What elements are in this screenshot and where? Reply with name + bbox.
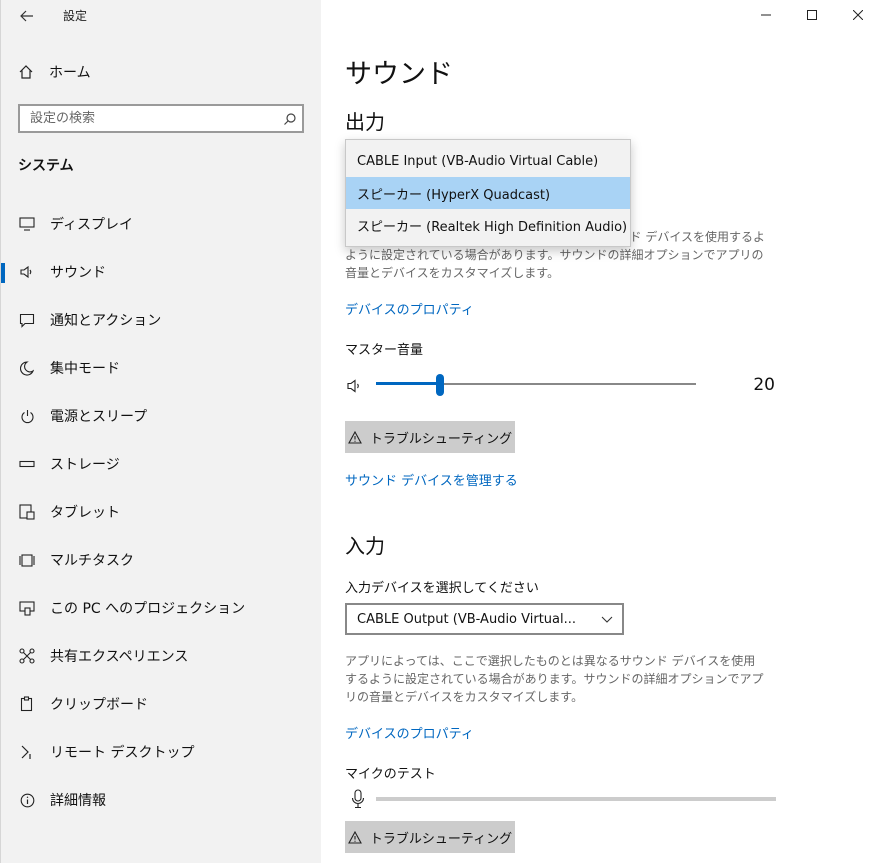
sidebar-item-label: 電源とスリープ — [50, 409, 148, 425]
notification-icon — [18, 311, 36, 329]
input-device-select[interactable]: CABLE Output (VB-Audio Virtual... — [345, 603, 624, 635]
output-troubleshoot-button[interactable]: トラブルシューティング — [345, 421, 515, 453]
output-heading: 出力 — [345, 110, 385, 134]
close-icon — [853, 10, 863, 20]
input-device-label: 入力デバイスを選択してください — [345, 581, 539, 596]
search-icon[interactable] — [278, 107, 302, 131]
mic-level-meter — [376, 797, 776, 801]
sidebar-item-label: ディスプレイ — [50, 217, 134, 233]
sidebar-home-label: ホーム — [49, 65, 91, 81]
sidebar-item-notifications[interactable]: 通知とアクション — [1, 296, 321, 344]
power-icon — [18, 407, 36, 425]
close-button[interactable] — [835, 0, 875, 30]
sidebar-item-shared-experiences[interactable]: 共有エクスペリエンス — [1, 632, 321, 680]
sidebar-item-multitask[interactable]: マルチタスク — [1, 536, 321, 584]
output-description-rest: ように設定されている場合があります。サウンドの詳細オプションでアプリの音量とデバ… — [345, 248, 764, 280]
search-box[interactable] — [18, 104, 304, 133]
maximize-icon — [807, 10, 817, 20]
tablet-icon — [18, 503, 36, 521]
sidebar-item-tablet[interactable]: タブレット — [1, 488, 321, 536]
dropdown-option[interactable]: CABLE Input (VB-Audio Virtual Cable) — [346, 145, 630, 177]
projection-icon — [18, 599, 36, 617]
clipboard-icon — [18, 695, 36, 713]
microphone-icon — [351, 789, 365, 809]
speaker-icon — [18, 263, 36, 281]
slider-fill — [376, 382, 440, 385]
sidebar-item-sound[interactable]: サウンド — [1, 248, 321, 296]
input-description: アプリによっては、ここで選択したものとは異なるサウンド デバイスを使用するように… — [345, 654, 764, 704]
chevron-down-icon — [592, 616, 622, 623]
sidebar-item-label: クリップボード — [50, 697, 148, 713]
mic-test-label: マイクのテスト — [345, 767, 436, 782]
input-device-value: CABLE Output (VB-Audio Virtual... — [357, 611, 577, 627]
manage-sound-devices-link[interactable]: サウンド デバイスを管理する — [345, 470, 518, 489]
minimize-button[interactable] — [743, 0, 789, 30]
sidebar-item-label: 通知とアクション — [50, 313, 162, 329]
output-device-properties-link[interactable]: デバイスのプロパティ — [345, 299, 474, 318]
sidebar-item-label: サウンド — [50, 265, 106, 281]
info-icon — [18, 791, 36, 809]
input-device-properties-link[interactable]: デバイスのプロパティ — [345, 723, 474, 742]
sidebar-item-display[interactable]: ディスプレイ — [1, 200, 321, 248]
maximize-button[interactable] — [789, 0, 835, 30]
sidebar-item-label: マルチタスク — [50, 553, 134, 569]
sidebar-item-storage[interactable]: ストレージ — [1, 440, 321, 488]
dropdown-option[interactable]: スピーカー (Realtek High Definition Audio) — [346, 209, 630, 241]
sidebar-item-label: ストレージ — [50, 457, 120, 473]
warning-icon — [347, 430, 362, 444]
display-icon — [18, 215, 36, 233]
sidebar-item-label: この PC へのプロジェクション — [50, 601, 246, 617]
sidebar-item-focus[interactable]: 集中モード — [1, 344, 321, 392]
page-title: サウンド — [345, 59, 453, 90]
sidebar-item-home[interactable]: ホーム — [17, 59, 91, 85]
sidebar-section-title: システム — [18, 158, 74, 174]
share-icon — [18, 647, 36, 665]
input-heading: 入力 — [345, 534, 385, 558]
troubleshoot-label: トラブルシューティング — [369, 831, 513, 847]
moon-icon — [18, 359, 36, 377]
warning-icon — [347, 830, 362, 844]
remote-desktop-icon — [18, 743, 36, 761]
slider-thumb[interactable] — [436, 374, 444, 396]
arrow-left-icon — [20, 10, 33, 22]
sidebar-nav-list: ディスプレイ サウンド 通知とアクション 集中モード 電源とスリープ ストレージ… — [1, 200, 321, 824]
volume-icon[interactable] — [346, 378, 364, 394]
sidebar-item-clipboard[interactable]: クリップボード — [1, 680, 321, 728]
sidebar-item-label: 集中モード — [50, 361, 120, 377]
sidebar-item-projection[interactable]: この PC へのプロジェクション — [1, 584, 321, 632]
master-volume-label: マスター音量 — [345, 343, 424, 358]
sidebar: 設定 ホーム システム ディスプレイ サウンド 通知とアクション 集中モード — [0, 0, 321, 863]
main-content: サウンド 出力 ウンド デバイスを使用するよ ように設定されている場合があります… — [321, 0, 875, 863]
search-input[interactable] — [20, 106, 278, 131]
input-troubleshoot-button[interactable]: トラブルシューティング — [345, 821, 515, 853]
multitask-icon — [18, 551, 36, 569]
troubleshoot-label: トラブルシューティング — [369, 431, 513, 447]
dropdown-option-selected[interactable]: スピーカー (HyperX Quadcast) — [346, 177, 630, 209]
master-volume-slider[interactable] — [376, 374, 696, 396]
home-icon — [17, 63, 35, 81]
sidebar-item-about[interactable]: 詳細情報 — [1, 776, 321, 824]
storage-icon — [18, 455, 36, 473]
sidebar-item-power[interactable]: 電源とスリープ — [1, 392, 321, 440]
sidebar-item-remote-desktop[interactable]: リモート デスクトップ — [1, 728, 321, 776]
sidebar-item-label: タブレット — [50, 505, 120, 521]
back-button[interactable] — [13, 2, 41, 30]
minimize-icon — [761, 14, 771, 16]
window-title: 設定 — [63, 9, 88, 23]
output-device-dropdown[interactable]: CABLE Input (VB-Audio Virtual Cable) スピー… — [345, 139, 631, 247]
active-indicator — [1, 263, 5, 283]
sidebar-item-label: 共有エクスペリエンス — [50, 649, 189, 665]
sidebar-item-label: 詳細情報 — [50, 793, 106, 809]
volume-value: 20 — [753, 375, 775, 395]
sidebar-item-label: リモート デスクトップ — [50, 745, 195, 761]
